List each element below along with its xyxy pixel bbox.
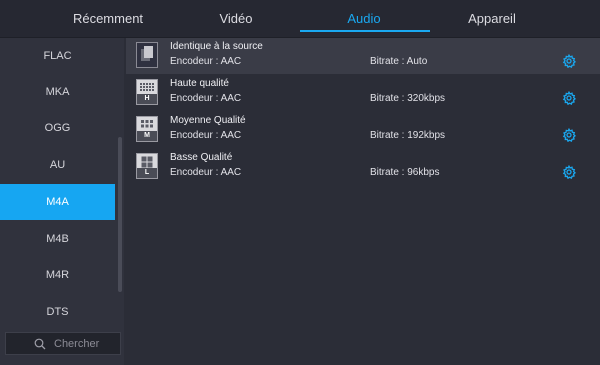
settings-gear-icon[interactable]: [562, 54, 576, 68]
tab-recent[interactable]: Récemment: [48, 0, 168, 37]
preset-list: Identique à la source Encodeur : AAC Bit…: [126, 38, 600, 365]
category-tab-bar: Récemment Vidéo Audio Appareil: [0, 0, 600, 37]
preset-title: Haute qualité: [170, 78, 229, 89]
preset-row-low[interactable]: L Basse Qualité Encodeur : AAC Bitrate :…: [126, 149, 600, 185]
preset-bitrate: Bitrate : 192kbps: [370, 130, 446, 141]
format-item-mka[interactable]: MKA: [0, 74, 115, 110]
search-box: [5, 332, 138, 355]
settings-gear-icon[interactable]: [562, 165, 576, 179]
preset-source-icon: [136, 42, 158, 68]
preset-quality-low-icon: L: [136, 153, 158, 179]
format-item-m4r[interactable]: M4R: [0, 257, 115, 293]
preset-title: Moyenne Qualité: [170, 115, 246, 126]
format-sidebar: FLAC MKA OGG AU M4A M4B M4R DTS: [0, 38, 138, 365]
format-item-au[interactable]: AU: [0, 147, 115, 183]
format-item-dts[interactable]: DTS: [0, 294, 115, 330]
preset-encoder: Encodeur : AAC: [170, 167, 242, 178]
tab-video[interactable]: Vidéo: [176, 0, 296, 37]
format-item-m4a[interactable]: M4A: [0, 184, 115, 220]
tab-device[interactable]: Appareil: [432, 0, 552, 37]
preset-title: Identique à la source: [170, 41, 263, 52]
preset-row-source[interactable]: Identique à la source Encodeur : AAC Bit…: [126, 38, 600, 74]
format-item-flac[interactable]: FLAC: [0, 38, 115, 74]
settings-gear-icon[interactable]: [562, 91, 576, 105]
preset-row-high[interactable]: H Haute qualité Encodeur : AAC Bitrate :…: [126, 75, 600, 111]
sidebar-scrollbar[interactable]: [118, 137, 122, 292]
preset-quality-badge: M: [144, 132, 150, 139]
preset-quality-badge: H: [144, 95, 150, 102]
preset-encoder: Encodeur : AAC: [170, 130, 242, 141]
format-item-m4b[interactable]: M4B: [0, 221, 115, 257]
preset-quality-badge: L: [144, 169, 150, 176]
preset-title: Basse Qualité: [170, 152, 233, 163]
preset-encoder: Encodeur : AAC: [170, 93, 242, 104]
preset-bitrate: Bitrate : 320kbps: [370, 93, 446, 104]
settings-gear-icon[interactable]: [562, 128, 576, 142]
preset-bitrate: Bitrate : Auto: [370, 56, 428, 67]
active-tab-indicator: [300, 30, 430, 32]
preset-bitrate: Bitrate : 96kbps: [370, 167, 440, 178]
preset-row-medium[interactable]: M Moyenne Qualité Encodeur : AAC Bitrate…: [126, 112, 600, 148]
preset-quality-high-icon: H: [136, 79, 158, 105]
search-icon: [34, 338, 46, 350]
preset-encoder: Encodeur : AAC: [170, 56, 242, 67]
format-item-ogg[interactable]: OGG: [0, 110, 115, 146]
preset-quality-medium-icon: M: [136, 116, 158, 142]
